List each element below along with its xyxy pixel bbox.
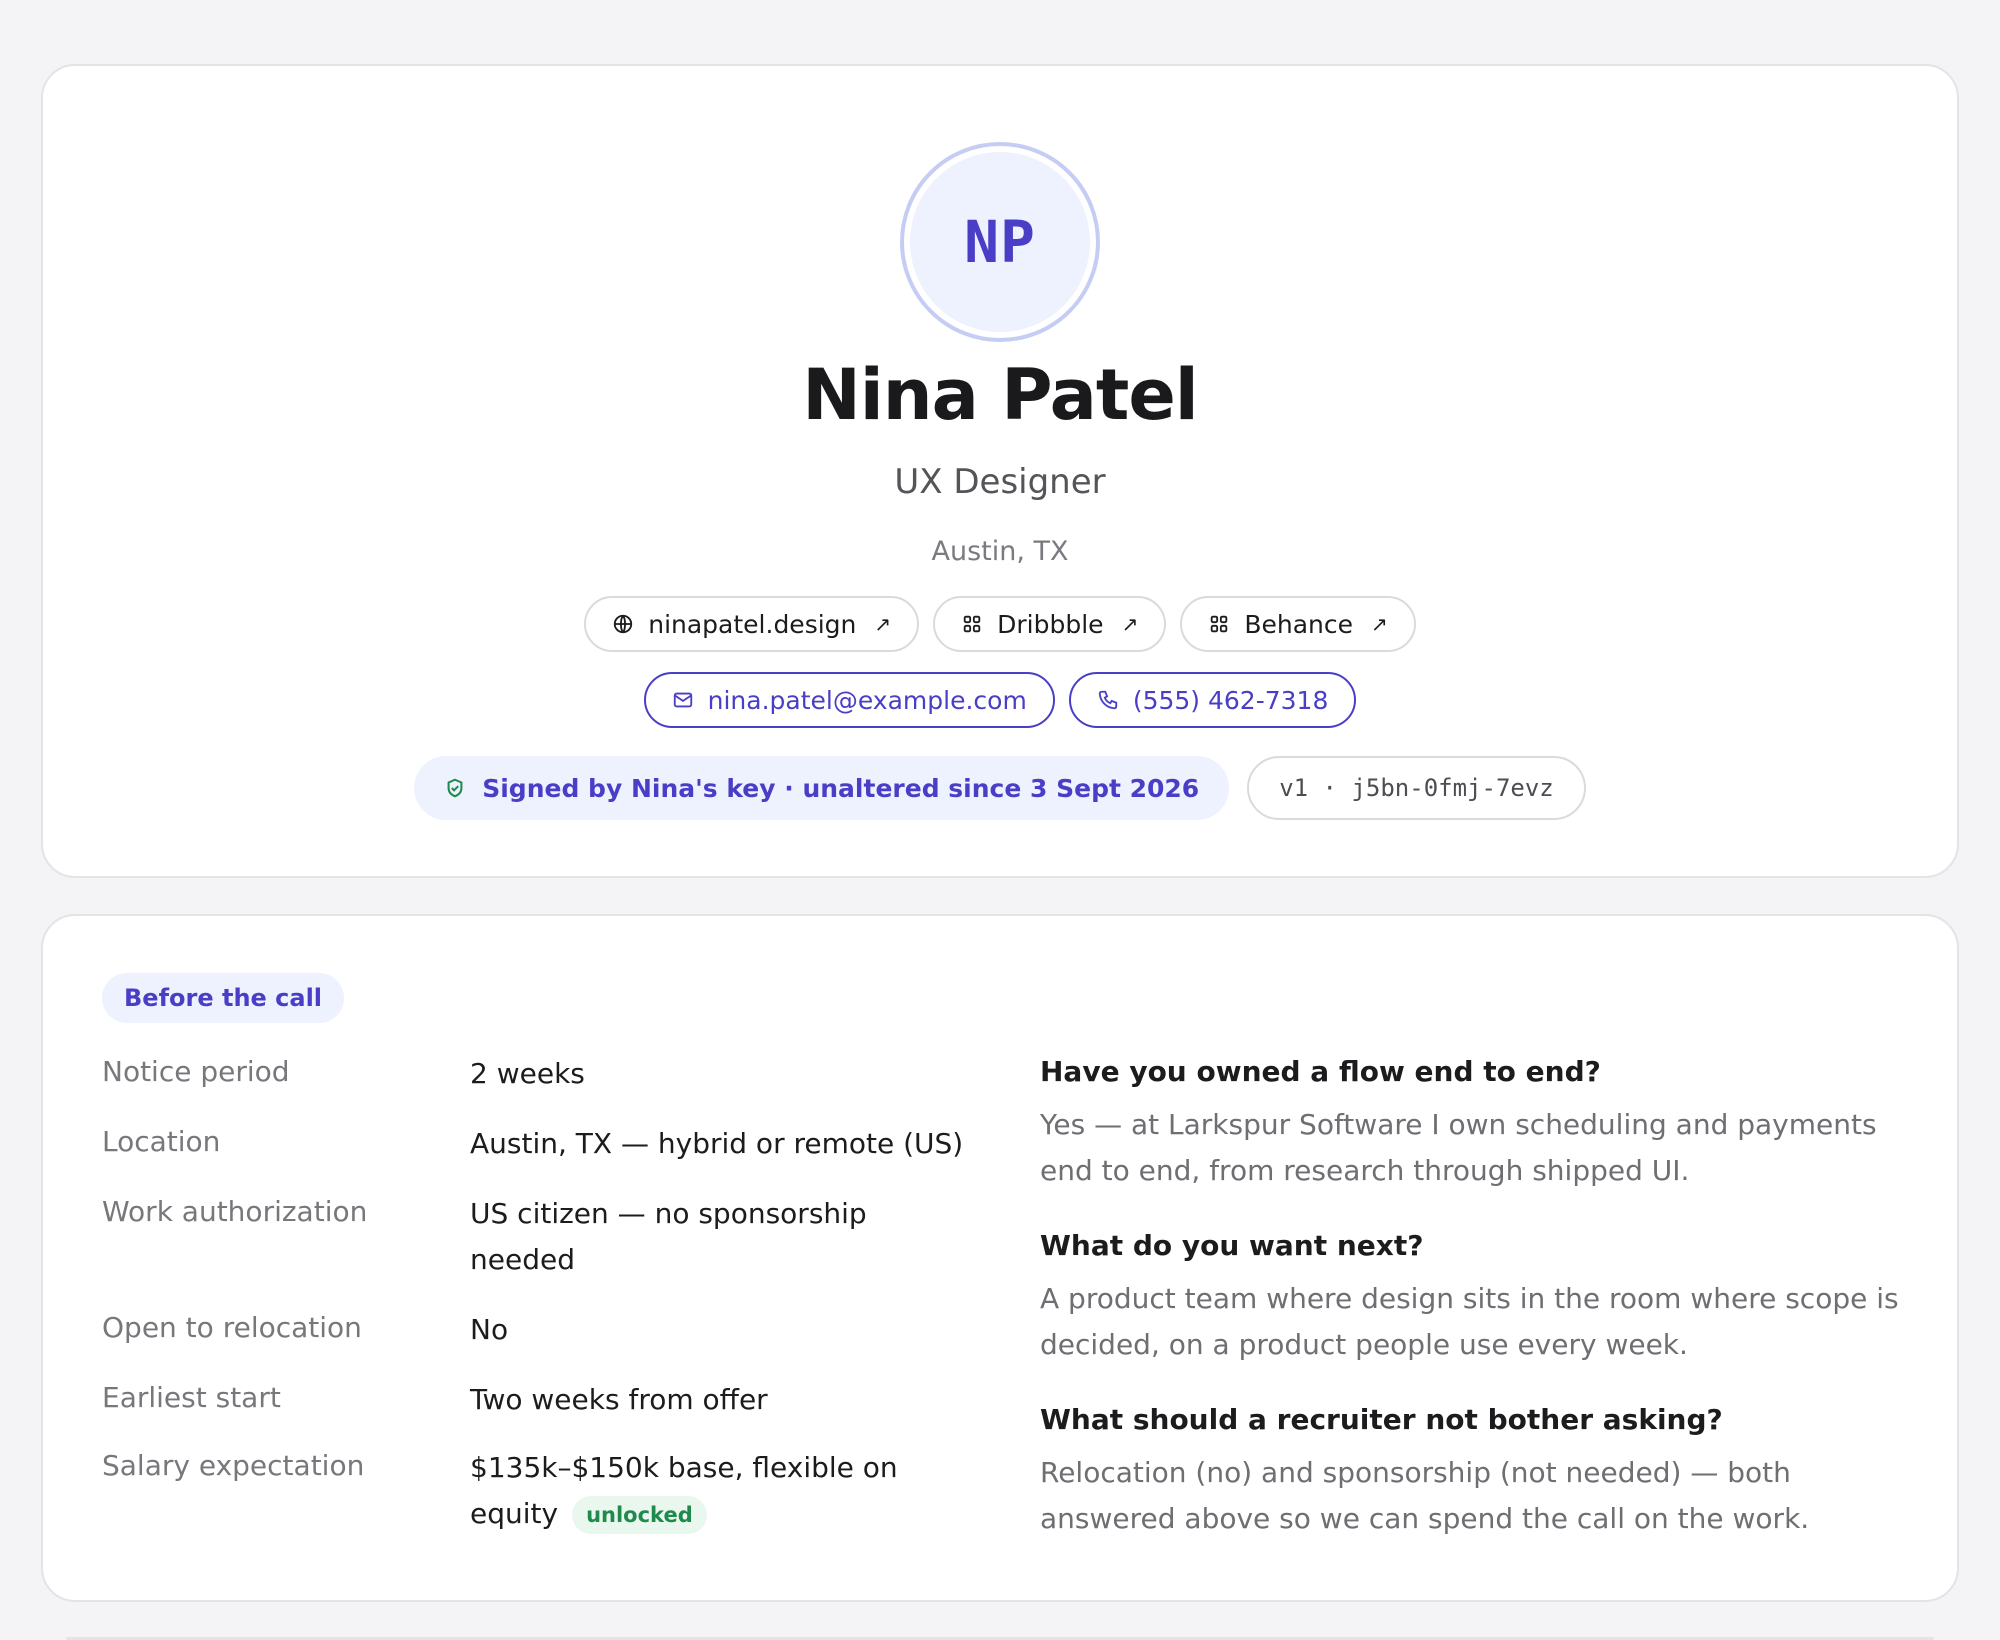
fact-value: US citizen — no sponsorship needed (470, 1197, 867, 1276)
phone-link[interactable]: (555) 462-7318 (1068, 672, 1357, 728)
candidate-name: Nina Patel (802, 354, 1199, 436)
external-link-icon: ↗ (1371, 612, 1388, 636)
link-label: Behance (1244, 609, 1353, 639)
globe-icon (614, 614, 633, 634)
fact-label: Notice period (102, 1055, 290, 1088)
signature-text: Signed by Nina's key · unaltered since 3… (482, 773, 1200, 803)
fact-value: Austin, TX — hybrid or remote (US) (470, 1127, 964, 1160)
question: What do you want next? (1040, 1229, 1424, 1262)
contact-links: nina.patel@example.com (555) 462-7318 (0, 672, 2000, 728)
fact-value: Two weeks from offer (470, 1383, 768, 1416)
answer: Yes — at Larkspur Software I own schedul… (1040, 1108, 1877, 1187)
fact-value-salary: $135k–$150k base, flexible on equity unlo… (470, 1445, 970, 1537)
question: What should a recruiter not bother askin… (1040, 1403, 1723, 1436)
grid-icon (963, 615, 981, 633)
verification-row: Signed by Nina's key · unaltered since 3… (0, 756, 2000, 820)
fact-value: 2 weeks (470, 1057, 585, 1090)
unlocked-badge: unlocked (572, 1496, 707, 1534)
candidate-role: UX Designer (894, 462, 1106, 502)
fact-label: Location (102, 1125, 221, 1158)
link-dribbble[interactable]: Dribbble ↗ (933, 596, 1167, 652)
answer: A product team where design sits in the … (1040, 1282, 1899, 1361)
fact-label: Work authorization (102, 1195, 368, 1228)
portfolio-links: ninapatel.design ↗ Dribbble ↗ Behance ↗ (0, 596, 2000, 652)
avatar: NP (900, 142, 1100, 342)
version-badge[interactable]: v1 · j5bn-0fmj-7evz (1247, 756, 1586, 820)
link-label: ninapatel.design (648, 609, 857, 639)
fact-value: No (470, 1313, 509, 1346)
fact-label: Salary expectation (102, 1449, 365, 1482)
link-behance[interactable]: Behance ↗ (1180, 596, 1416, 652)
fact-label: Earliest start (102, 1381, 281, 1414)
email-address: nina.patel@example.com (707, 685, 1027, 715)
email-link[interactable]: nina.patel@example.com (643, 672, 1055, 728)
mail-icon (673, 692, 692, 708)
link-label: Dribbble (997, 609, 1104, 639)
fact-label: Open to relocation (102, 1311, 362, 1344)
phone-icon (1098, 690, 1117, 710)
signature-badge: Signed by Nina's key · unaltered since 3… (414, 756, 1230, 820)
grid-icon (1211, 615, 1228, 633)
link-portfolio-site[interactable]: ninapatel.design ↗ (584, 596, 920, 652)
phone-number: (555) 462-7318 (1132, 685, 1329, 715)
question: Have you owned a flow end to end? (1040, 1055, 1601, 1088)
avatar-initials: NP (964, 208, 1036, 276)
external-link-icon: ↗ (874, 612, 892, 636)
shield-check-icon (447, 778, 463, 798)
section-badge: Before the call (102, 973, 345, 1023)
external-link-icon: ↗ (1121, 612, 1139, 636)
candidate-location: Austin, TX (931, 536, 1069, 567)
answer: Relocation (no) and sponsorship (not nee… (1040, 1456, 1810, 1535)
